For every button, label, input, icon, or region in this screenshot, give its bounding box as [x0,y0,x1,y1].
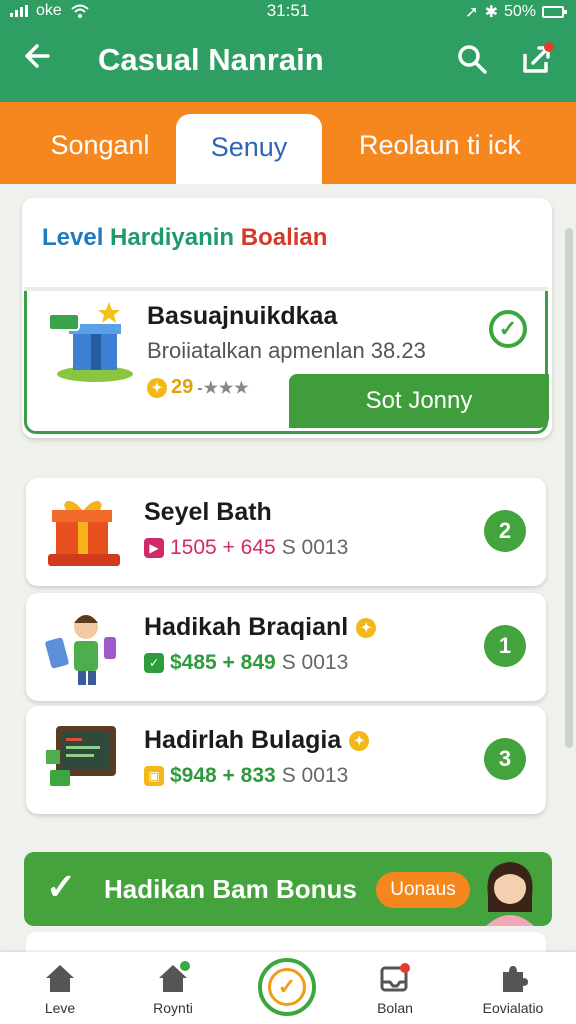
status-bar: oke 31:51 ➚ ✱ 50% [0,0,576,22]
item-value: 1505 + 645 [170,536,276,559]
nav-label: Leve [44,1000,76,1016]
heading-part-2: Hardiyanin [110,224,241,251]
notification-dot [544,42,554,52]
check-circle-icon[interactable]: ✓ [489,310,527,348]
list-item[interactable]: Hadikah Braqianl ✦ ✓ $485 + 849 S 0013 1 [26,593,546,701]
puzzle-icon [503,966,528,992]
nav-center-button[interactable]: ✓ [258,958,316,1016]
center-action-icon: ✓ [268,968,306,1006]
featured-card: Level Hardiyanin Boalian Basuajnuikdkaa … [22,198,552,438]
coin-icon: ✦ [349,730,370,751]
item-title: Seyel Bath [144,498,272,526]
shield-icon: ✓ [144,653,164,673]
bottom-nav: Leve Roynti ✓ Bolan Eovialatio [0,952,576,1024]
item-extra: S 0013 [281,651,349,674]
inbox-icon [380,963,410,992]
nav-label: Eovialatio [482,1000,544,1016]
item-meta: ▣ $948 + 833 S 0013 [144,764,348,788]
gift-box-icon [48,302,133,382]
home-badge-icon [159,961,190,992]
status-right: ➚ ✱ 50% [465,2,567,22]
check-icon: ✓ [46,866,77,907]
featured-title: Basuajnuikdkaa [147,302,338,330]
bonus-banner[interactable]: ✓ Hadikan Bam Bonus Uonaus [24,852,552,926]
tab-reolaun[interactable]: Reolaun ti ick [340,102,540,184]
item-badge[interactable]: 2 [484,510,526,552]
nav-item-roynti[interactable]: Roynti [128,960,218,1016]
item-title-wrap: Hadikah Braqianl ✦ [144,613,377,642]
item-title: Hadirlah Bulagia [144,726,342,754]
scrollbar[interactable] [565,228,573,748]
share-icon[interactable] [520,42,556,78]
featured-meta: ✦ 29 -★★★ [147,376,250,399]
item-extra: S 0013 [281,536,349,559]
item-badge[interactable]: 3 [484,738,526,780]
location-icon: ➚ [465,4,479,21]
list-item[interactable]: Hadirlah Bulagia ✦ ▣ $948 + 833 S 0013 3 [26,706,546,814]
chalkboard-icon [46,726,116,786]
home-icon [46,965,74,992]
heading-part-3: Boalian [240,224,328,251]
nav-item-bolan[interactable]: Bolan [350,960,440,1016]
nav-label: Bolan [377,1000,413,1016]
featured-points: 29 [171,376,194,398]
nav-item-leve[interactable]: Leve [15,960,105,1016]
item-value: $948 + 833 [170,764,276,787]
app-bar: Casual Nanrain [0,22,576,102]
item-badge[interactable]: 1 [484,625,526,667]
coin-icon: ✦ [147,377,167,398]
play-icon: ▶ [144,538,164,558]
gift-icon [48,500,120,566]
bonus-pill-button[interactable]: Uonaus [376,872,470,908]
featured-heading: Level Hardiyanin Boalian [42,224,327,252]
divider [24,287,548,291]
tab-bar: Songanl Senuy Reolaun ti ick [0,102,576,184]
nav-item-eovialatio[interactable]: Eovialatio [468,960,558,1016]
tab-songanl[interactable]: Songanl [20,102,180,184]
battery-icon [542,6,567,18]
gift-small-icon: ▣ [144,766,164,786]
item-extra: S 0013 [281,764,349,787]
item-title: Hadikah Braqianl [144,613,349,641]
item-meta: ✓ $485 + 849 S 0013 [144,651,348,675]
avatar-girl-icon [486,862,534,926]
person-phone-icon [45,615,116,685]
bonus-title: Hadikan Bam Bonus [104,874,357,904]
item-value: $485 + 849 [170,651,276,674]
heading-part-1: Level [42,224,111,251]
battery-label: 50% [503,3,536,20]
item-title-wrap: Hadirlah Bulagia ✦ [144,726,370,755]
item-meta: ▶ 1505 + 645 S 0013 [144,536,348,560]
rating-stars: -★★★ [197,379,250,397]
featured-action-button[interactable]: Sot Jonny [289,374,549,428]
list-item[interactable]: Seyel Bath ▶ 1505 + 645 S 0013 2 [26,478,546,586]
coin-icon: ✦ [356,617,377,638]
search-icon[interactable] [455,42,491,78]
featured-item[interactable]: Basuajnuikdkaa Broiiatalkan apmenlan 38.… [24,287,549,434]
featured-subtitle: Broiiatalkan apmenlan 38.23 [147,338,426,363]
arrow-left-icon[interactable] [22,40,58,80]
page-title: Casual Nanrain [98,42,324,77]
tab-senuy[interactable]: Senuy [176,114,322,184]
nav-label: Roynti [153,1000,193,1016]
bluetooth-icon: ✱ [484,4,498,21]
